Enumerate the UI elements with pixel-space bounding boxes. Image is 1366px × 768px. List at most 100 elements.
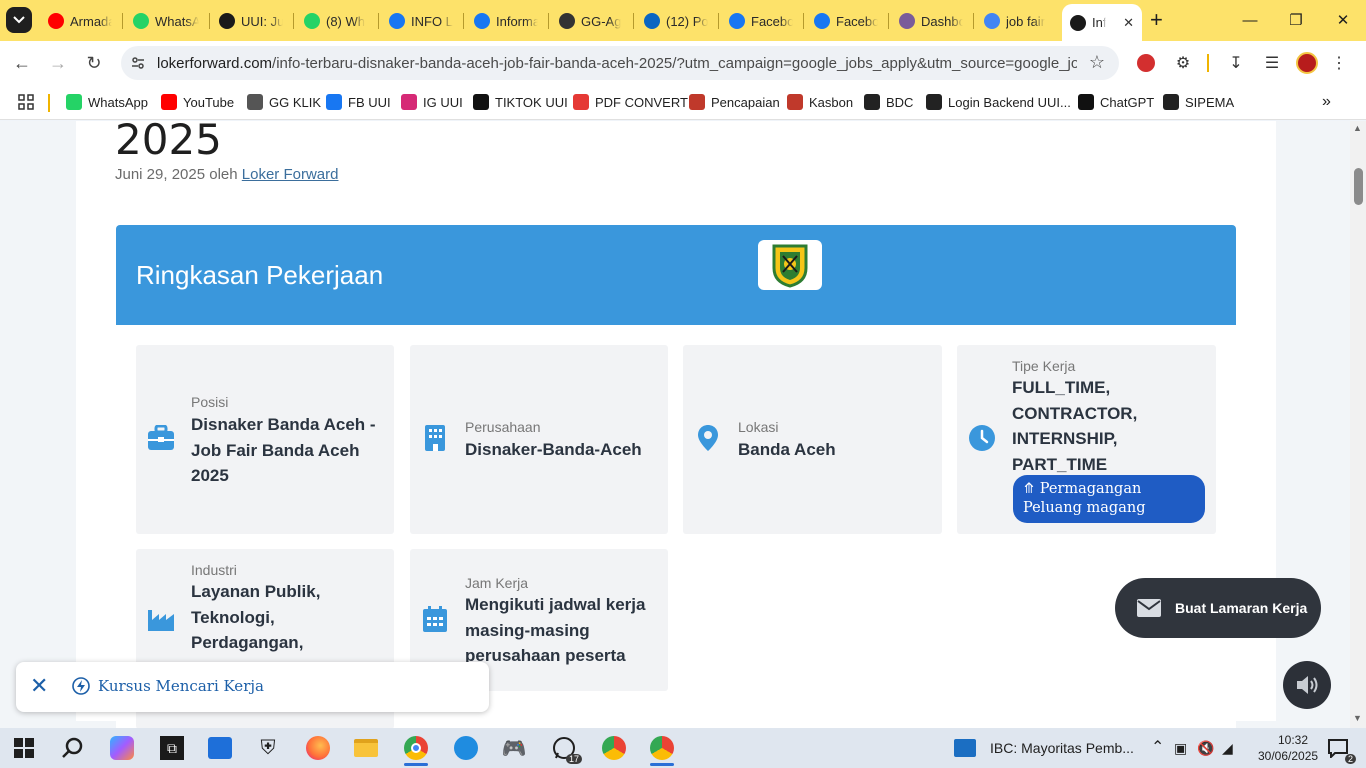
chrome-profile-2-icon[interactable] [642,732,682,766]
browser-tab[interactable]: Facebo [806,7,886,35]
start-button[interactable] [4,732,44,764]
scroll-down-arrow-icon[interactable]: ▼ [1353,713,1362,723]
network-icon[interactable]: ◢ [1222,740,1233,757]
show-hidden-icons-chevron-icon[interactable]: ⌃ [1151,737,1164,757]
tab-bar: Armada WhatsApp UUI: Ju (8) Wh INFO L Informa… [0,0,1366,41]
tab-label: job fair [1006,13,1046,29]
scroll-up-arrow-icon[interactable]: ▲ [1353,123,1362,133]
tab-label: UUI: Ju [241,13,283,29]
bookmark-item[interactable]: FB UUI [326,92,391,112]
whatsapp-taskbar-icon[interactable]: 17 [544,732,584,764]
windows-taskbar: ⧉ ⛨ 🎮 17 IBC: Mayoritas Pemb... ⌃ ▣ 🔇 ◢ … [0,728,1366,768]
bookmark-item[interactable]: SIPEMA [1163,92,1234,112]
page-scrollbar[interactable]: ▲ ▼ [1350,121,1366,728]
browser-toolbar: ← → ↻ lokerforward.com/info-terbaru-disn… [0,41,1366,85]
close-tab-icon[interactable]: ✕ [1123,15,1134,31]
close-window-button[interactable]: ✕ [1320,6,1366,34]
apps-grid-icon[interactable] [18,92,34,112]
chrome-profile-icon[interactable] [594,732,634,764]
tab-search-button[interactable] [6,7,32,33]
capcut-icon[interactable]: ⧉ [152,732,192,764]
close-icon[interactable]: ✕ [30,675,48,697]
bookmark-star-icon[interactable]: ☆ [1089,52,1105,73]
toolbar-divider [1207,54,1209,72]
bookmark-item[interactable]: ChatGPT [1078,92,1154,112]
scroll-thumb[interactable] [1354,168,1363,205]
volume-muted-icon[interactable]: 🔇 [1197,740,1214,757]
download-icon[interactable]: ↧ [1224,51,1248,75]
sticky-course-bar: ✕ Kursus Mencari Kerja [16,662,489,712]
minimize-button[interactable]: — [1227,6,1273,34]
browser-tab[interactable]: Dashbo [891,7,971,35]
system-clock[interactable]: 10:32 30/06/2025 [1258,732,1318,764]
browser-tab[interactable]: (8) Wh [296,7,376,35]
security-shield-icon[interactable]: ⛨ [248,732,288,764]
browser-tab[interactable]: Facebo [721,7,801,35]
browser-tab[interactable]: UUI: Ju [211,7,291,35]
calendar-icon [420,604,450,634]
browser-tab[interactable]: Armada [40,7,120,35]
tab-label: Dashbo [921,13,963,29]
job-summary-title: Ringkasan Pekerjaan [136,260,384,290]
game-controller-icon[interactable]: 🎮 [494,732,534,764]
browser-tab[interactable]: GG-Ag [551,7,631,35]
notification-count-badge: 2 [1344,754,1356,764]
author-link[interactable]: Loker Forward [242,166,339,183]
tab-label: WhatsApp [155,13,199,29]
bookmark-item[interactable]: PDF CONVERT [573,92,688,112]
chrome-taskbar-icon[interactable] [396,732,436,766]
internship-button-label: Permagangan Peluang magang [1023,481,1146,516]
feather-icon [787,94,803,110]
site-info-icon[interactable] [129,54,147,72]
restore-button[interactable]: ❐ [1273,6,1319,34]
bookmark-item[interactable]: WhatsApp [66,92,148,112]
more-bookmarks-chevron-icon[interactable]: » [1322,92,1331,112]
bookmark-item[interactable]: Kasbon [787,92,853,112]
copilot-icon[interactable] [102,732,142,764]
bookmark-label: TIKTOK UUI [495,94,568,110]
browser-tab[interactable]: Inf ✕ [1062,4,1142,41]
text-to-speech-button[interactable] [1283,661,1331,709]
bookmark-item[interactable]: IG UUI [401,92,463,112]
bookmark-item[interactable]: YouTube [161,92,234,112]
bookmark-item[interactable]: TIKTOK UUI [473,92,568,112]
bookmark-item[interactable]: Pencapaian [689,92,780,112]
edge-app-icon[interactable] [446,732,486,764]
profile-avatar[interactable] [1295,51,1319,75]
browser-tab[interactable]: Informa [466,7,546,35]
news-widget-icon[interactable] [950,732,980,764]
new-tab-button[interactable]: + [1150,9,1163,31]
extension-icon[interactable] [1134,51,1158,75]
browser-tab[interactable]: job fair [976,7,1056,35]
tab-separator [122,13,123,29]
extensions-puzzle-icon[interactable]: ⚙ [1171,51,1195,75]
reload-button[interactable]: ↻ [81,50,107,76]
file-explorer-icon[interactable] [346,732,386,764]
map-pin-icon [693,423,723,453]
article-date: Juni 29, 2025 [115,166,206,183]
bookmark-item[interactable]: GG KLIK [247,92,321,112]
address-bar[interactable]: lokerforward.com/info-terbaru-disnaker-b… [121,46,1119,80]
notification-center-icon[interactable]: 2 [1318,732,1358,764]
course-link[interactable]: Kursus Mencari Kerja [72,677,264,695]
bookmark-item[interactable]: Login Backend UUI... [926,92,1071,112]
bookmark-item[interactable]: BDC [864,92,913,112]
firefox-icon[interactable] [298,732,338,764]
browser-tab[interactable]: INFO L [381,7,461,35]
search-taskbar-button[interactable] [52,732,92,764]
news-headline[interactable]: IBC: Mayoritas Pemb... [990,740,1134,756]
media-control-icon[interactable]: ☰ [1260,51,1284,75]
facebook-icon [326,94,342,110]
summary-tile-company: Perusahaan Disnaker-Banda-Aceh [410,345,668,534]
browser-tab[interactable]: (12) Po [636,7,716,35]
forward-button[interactable]: → [45,50,71,76]
url-text[interactable]: lokerforward.com/info-terbaru-disnaker-b… [157,55,1077,72]
tab-label: INFO L [411,13,453,29]
store-icon[interactable] [200,732,240,764]
apply-job-button[interactable]: Buat Lamaran Kerja [1115,578,1321,638]
internship-button[interactable]: ⤊ Permagangan Peluang magang [1013,475,1205,523]
browser-tab[interactable]: WhatsApp [125,7,207,35]
back-button[interactable]: ← [9,50,35,76]
menu-kebab-icon[interactable]: ⋮ [1327,51,1351,75]
meet-icon[interactable]: ▣ [1174,740,1187,757]
